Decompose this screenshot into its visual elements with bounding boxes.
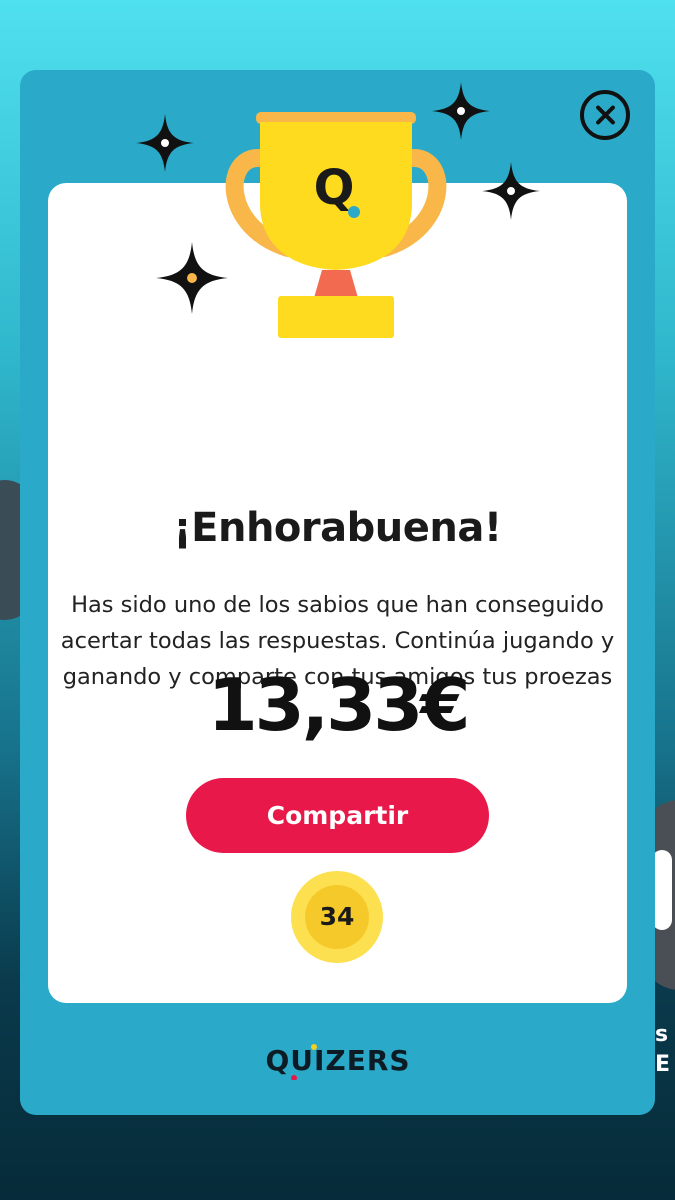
congratulations-modal: ¡Enhorabuena! Has sido uno de los sabios… — [20, 70, 655, 1115]
coin-badge: 34 — [291, 871, 383, 963]
background-side-text-line2: E — [655, 1052, 671, 1077]
sparkle-icon — [156, 242, 228, 314]
background-right-detail — [652, 850, 672, 930]
trophy-icon: Q — [225, 112, 447, 338]
sparkle-icon — [432, 82, 490, 140]
background-side-text: s E — [655, 1020, 670, 1080]
background-side-text-line1: s — [655, 1022, 669, 1047]
quizers-logo: QUIZERS — [265, 1044, 410, 1081]
close-icon[interactable] — [580, 90, 630, 140]
trophy-logo-letter: Q — [314, 160, 355, 216]
sparkle-icon — [136, 114, 194, 172]
prize-amount: 13,33€ — [207, 663, 471, 747]
brand-logo: QUIZERS — [20, 1040, 655, 1084]
coin-count: 34 — [305, 885, 369, 949]
share-button[interactable]: Compartir — [186, 778, 489, 853]
dialog-title: ¡Enhorabuena! — [173, 505, 502, 551]
brand-name: QUIZERS — [265, 1044, 410, 1077]
sparkle-icon — [482, 162, 540, 220]
